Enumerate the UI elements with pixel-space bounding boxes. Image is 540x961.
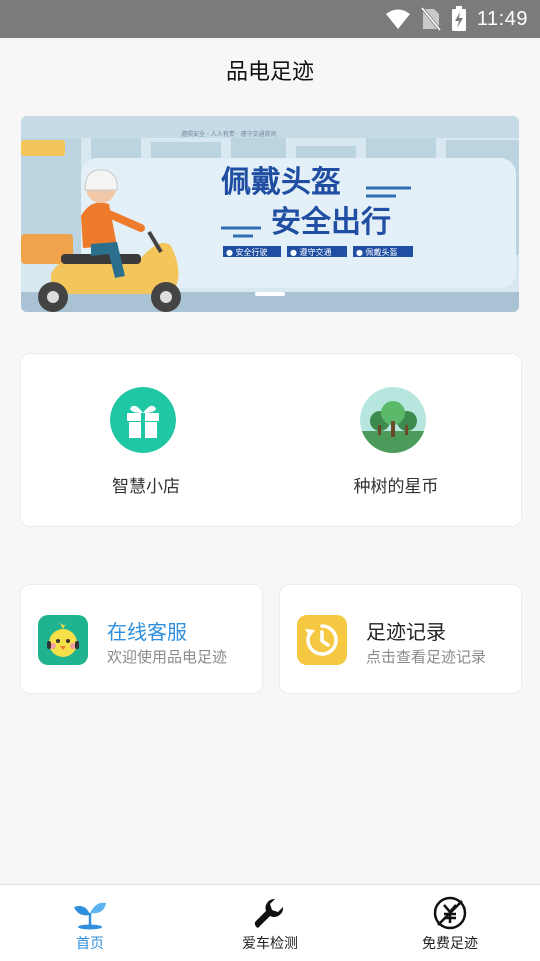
online-support-title: 在线客服 xyxy=(107,620,187,644)
header: 品电足迹 xyxy=(0,38,540,102)
tab-label: 免费足迹 xyxy=(422,936,478,952)
tree-icon xyxy=(360,387,426,453)
quick-actions-card: 智慧小店 种树的星币 xyxy=(20,353,522,527)
footprint-record-card[interactable]: 足迹记录 点击查看足迹记录 xyxy=(279,584,522,694)
quick-action-smart-shop[interactable]: 智慧小店 xyxy=(21,354,271,526)
status-icons: 11:49 xyxy=(385,6,528,32)
banner-tag-2: ● 遵守交通 xyxy=(290,247,332,257)
no-sim-icon xyxy=(420,7,441,31)
online-support-subtitle: 欢迎使用品电足迹 xyxy=(107,648,228,666)
wrench-icon xyxy=(252,895,288,931)
quick-action-label: 智慧小店 xyxy=(112,477,180,497)
banner-tag-3: ● 佩戴头盔 xyxy=(356,247,398,257)
banner-top-caption: 遵照安全 · 人人有责 · 遵守交通规则 xyxy=(181,130,276,138)
banner-page-indicator xyxy=(255,292,285,296)
tab-label: 爱车检测 xyxy=(242,936,298,952)
tab-label: 首页 xyxy=(76,936,104,952)
banner-headline-1: 佩戴头盔 xyxy=(221,165,341,200)
no-charge-icon xyxy=(432,895,468,931)
page-title: 品电足迹 xyxy=(225,60,314,85)
quick-action-label: 种树的星币 xyxy=(353,477,439,497)
footprint-record-subtitle: 点击查看足迹记录 xyxy=(366,648,487,666)
quick-action-star-coins[interactable]: 种树的星币 xyxy=(271,354,521,526)
banner-headline-2: 安全出行 xyxy=(271,205,391,240)
online-support-card[interactable]: 在线客服 欢迎使用品电足迹 xyxy=(20,584,263,694)
sprout-icon xyxy=(72,895,108,931)
tab-vehicle-check[interactable]: 爱车检测 xyxy=(180,885,360,961)
banner-tag-1: ● 安全行驶 xyxy=(226,247,268,257)
footprint-record-title: 足迹记录 xyxy=(366,620,446,644)
tab-free-footprint[interactable]: 免费足迹 xyxy=(360,885,540,961)
battery-charging-icon xyxy=(451,6,466,31)
tab-home[interactable]: 首页 xyxy=(0,885,180,961)
bottom-tab-bar: 首页 爱车检测 免费足迹 xyxy=(0,884,540,961)
history-clock-icon xyxy=(297,615,347,665)
wifi-icon xyxy=(385,9,410,29)
clock: 11:49 xyxy=(476,7,528,30)
status-bar: 11:49 xyxy=(0,0,540,38)
gift-icon xyxy=(110,387,176,453)
chick-mascot-icon xyxy=(38,615,88,665)
promo-banner[interactable]: 遵照安全 · 人人有责 · 遵守交通规则 佩戴头盔 安全出行 ● 安全行驶 ● … xyxy=(21,116,519,312)
